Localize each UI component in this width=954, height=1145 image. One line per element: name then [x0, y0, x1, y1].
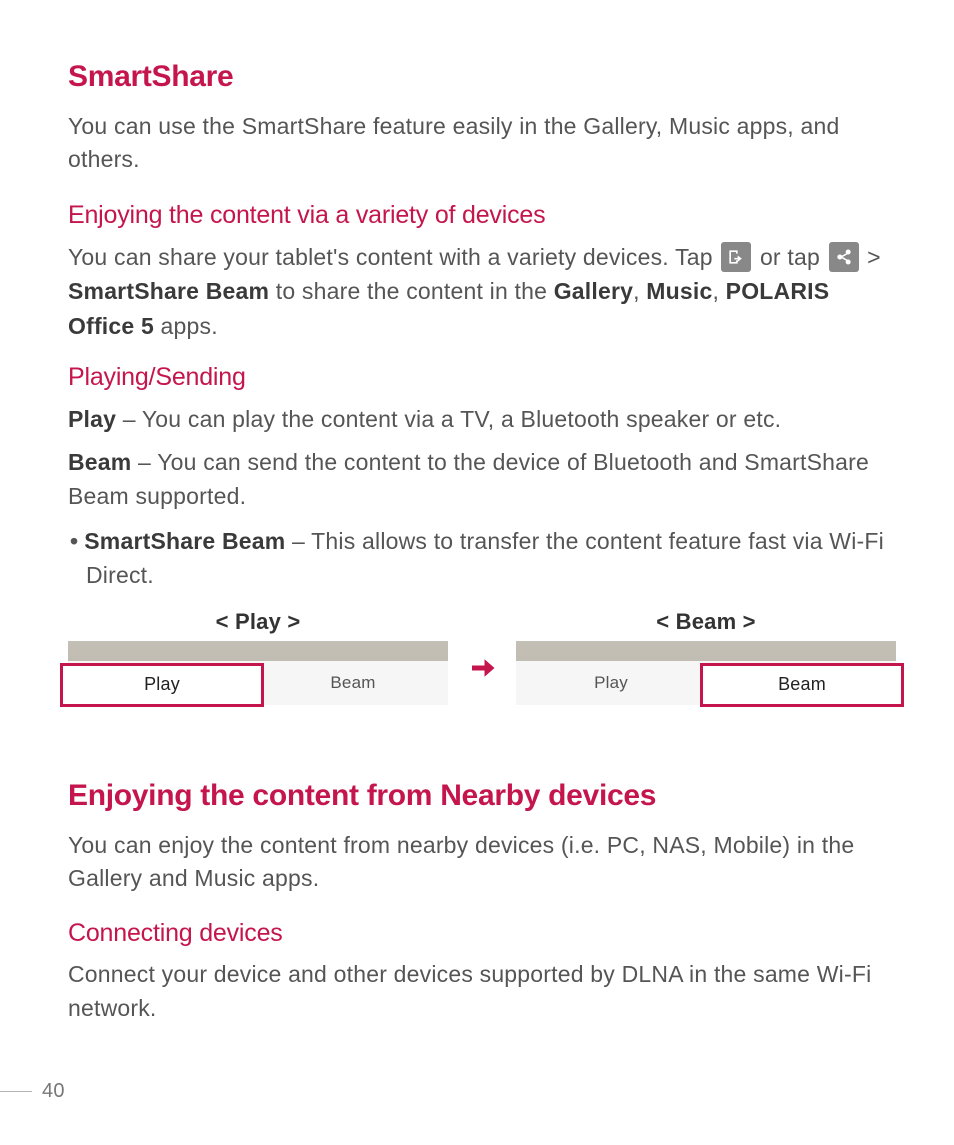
share-nodes-icon — [829, 242, 859, 272]
figure-beam-column: < Beam > Play Beam — [516, 609, 896, 705]
bold-gallery: Gallery — [554, 278, 633, 304]
spacer — [68, 741, 896, 769]
tab-seg-play-bg-2: Play — [516, 673, 706, 693]
text-enjoy-nearby: You can enjoy the content from nearby de… — [68, 829, 896, 896]
arrow-icon — [462, 625, 502, 688]
bold-music: Music — [646, 278, 712, 304]
text-share-mid: or tap — [760, 244, 827, 270]
heading-playing-sending: Playing/Sending — [68, 363, 896, 392]
figure-play-column: < Play > Beam Play — [68, 609, 448, 705]
caption-beam: < Beam > — [516, 609, 896, 635]
bullet-dot: • — [70, 528, 84, 554]
tabs-figure: < Play > Beam Play < Beam > Play Beam — [68, 609, 896, 705]
text-play-def: – You can play the content via a TV, a B… — [116, 406, 781, 432]
bold-smartshare-beam: SmartShare Beam — [68, 278, 269, 304]
heading-connecting: Connecting devices — [68, 919, 896, 948]
text-share-pre: You can share your tablet's content with… — [68, 244, 719, 270]
tab-play-highlight: Play — [60, 663, 264, 707]
bold-beam: Beam — [68, 449, 131, 475]
beam-definition: Beam – You can send the content to the d… — [68, 445, 896, 514]
footer-line — [0, 1091, 32, 1092]
text-share-post2: to share the content in the — [269, 278, 554, 304]
text-gt: > — [867, 244, 881, 270]
page-number: 40 — [42, 1080, 65, 1103]
bold-play: Play — [68, 406, 116, 432]
screenshot-beam: Play Beam — [516, 641, 896, 705]
share-export-icon — [721, 242, 751, 272]
comma2: , — [712, 278, 725, 304]
share-instruction: You can share your tablet's content with… — [68, 240, 896, 344]
bullet-smartshare-beam: •SmartShare Beam – This allows to transf… — [68, 524, 896, 593]
play-definition: Play – You can play the content via a TV… — [68, 402, 896, 437]
intro-smartshare: You can use the SmartShare feature easil… — [68, 110, 896, 177]
bold-ss-beam: SmartShare Beam — [84, 528, 285, 554]
text-connecting: Connect your device and other devices su… — [68, 958, 896, 1025]
screenshot-play: Beam Play — [68, 641, 448, 705]
heading-enjoy-variety: Enjoying the content via a variety of de… — [68, 201, 896, 230]
heading-enjoy-nearby: Enjoying the content from Nearby devices — [68, 779, 896, 813]
text-beam-def: – You can send the content to the device… — [68, 449, 869, 510]
tab-beam-highlight: Beam — [700, 663, 904, 707]
caption-play: < Play > — [68, 609, 448, 635]
page-footer: 40 — [0, 1080, 65, 1103]
text-apps-end: apps. — [154, 313, 218, 339]
comma1: , — [633, 278, 646, 304]
heading-smartshare: SmartShare — [68, 60, 896, 94]
tab-seg-beam-bg: Beam — [258, 673, 448, 693]
